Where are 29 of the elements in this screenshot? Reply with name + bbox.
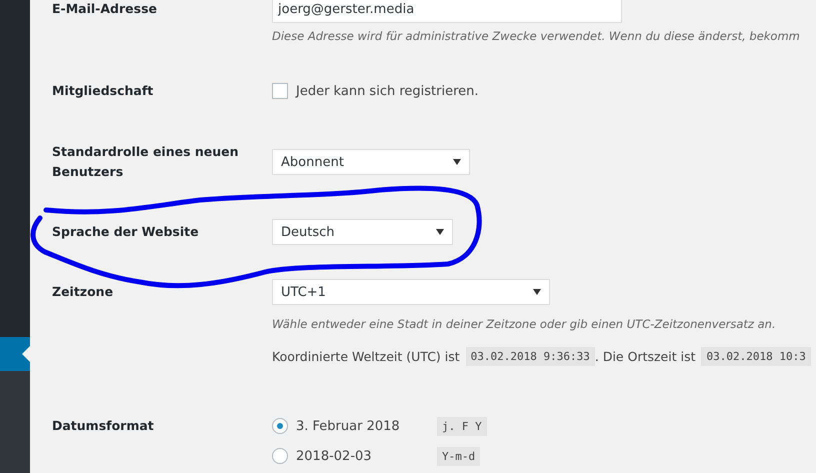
format-code: Y-m-d <box>437 446 480 466</box>
field-description: Diese Adresse wird für administrative Zwecke verwendet. Wenn du diese änderst, bekomm <box>272 28 801 45</box>
local-label: . Die Ortszeit ist <box>594 349 696 364</box>
radio-button[interactable] <box>272 448 288 464</box>
caret-icon <box>436 229 444 235</box>
local-time: 03.02.2018 10:3 <box>701 347 811 366</box>
radio-label[interactable]: 3. Februar 2018 <box>296 418 437 434</box>
dropdown[interactable]: Abonnent <box>272 149 470 175</box>
sidebar-item[interactable] <box>0 337 30 371</box>
caret-icon <box>453 159 461 165</box>
email-field[interactable]: joerg@gerster.media <box>272 0 622 23</box>
field-label: Datumsformat <box>52 417 154 435</box>
dropdown[interactable]: UTC+1 <box>272 279 550 305</box>
radio-button[interactable] <box>272 418 288 434</box>
field-label: Standardrolle eines neuen Benutzers <box>52 143 240 181</box>
pointer-icon <box>22 346 30 362</box>
field-description: Wähle entweder eine Stadt in deiner Zeitzone oder gib einen UTC-Zeitzonenversatz an. <box>272 316 777 333</box>
field-label: Zeitzone <box>52 283 114 301</box>
checkbox[interactable] <box>272 83 288 99</box>
field-label: Mitgliedschaft <box>52 82 154 100</box>
field-label: Sprache der Website <box>52 223 199 241</box>
checkbox-label[interactable]: Jeder kann sich registrieren. <box>296 84 479 98</box>
format-code: j. F Y <box>437 416 487 436</box>
field-label: E-Mail-Adresse <box>52 0 157 18</box>
utc-label: Koordinierte Weltzeit (UTC) ist <box>272 349 460 364</box>
radio-label[interactable]: 2018-02-03 <box>296 448 437 464</box>
utc-time: 03.02.2018 9:36:33 <box>466 347 595 366</box>
dropdown[interactable]: Deutsch <box>272 219 453 245</box>
caret-icon <box>533 289 541 295</box>
